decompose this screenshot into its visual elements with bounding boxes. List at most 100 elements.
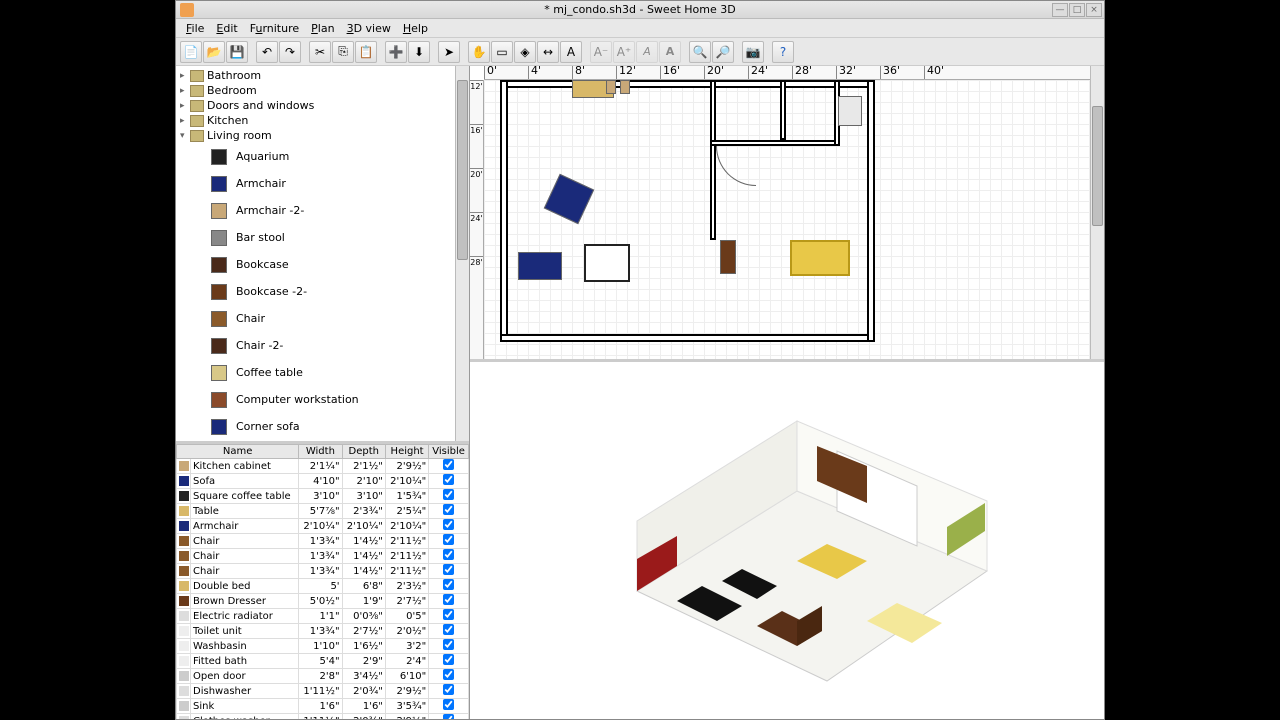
plan-scrollbar[interactable] (1090, 66, 1104, 359)
furn-armchair-2d[interactable] (544, 174, 594, 224)
wall-tool[interactable]: ▭ (491, 41, 513, 63)
catalog-scrollbar[interactable] (455, 66, 469, 441)
menu-furniture[interactable]: Furniture (244, 20, 305, 37)
furn-dresser-2d[interactable] (720, 240, 736, 274)
furn-washbasin-2d[interactable] (838, 96, 862, 126)
menu-3d-view[interactable]: 3D view (341, 20, 397, 37)
select-tool[interactable]: ➤ (438, 41, 460, 63)
zoom-out-button[interactable]: 🔎 (712, 41, 734, 63)
visible-checkbox[interactable] (443, 624, 454, 635)
table-row[interactable]: Square coffee table3'10"3'10"1'5¾" (177, 489, 469, 504)
catalog-item[interactable]: Computer workstation (178, 386, 467, 413)
table-row[interactable]: Sink1'6"1'6"3'5¾" (177, 699, 469, 714)
text-size-dec[interactable]: A⁻ (590, 41, 612, 63)
maximize-button[interactable]: □ (1069, 3, 1085, 17)
camera-button[interactable]: 📷 (742, 41, 764, 63)
tree-category[interactable]: ▸Kitchen (178, 113, 467, 128)
catalog-item[interactable]: Armchair -2- (178, 197, 467, 224)
furn-sofa-2d[interactable] (518, 252, 562, 280)
table-row[interactable]: Open door2'8"3'4½"6'10" (177, 669, 469, 684)
open-button[interactable]: 📂 (203, 41, 225, 63)
menu-file[interactable]: File (180, 20, 210, 37)
zoom-in-button[interactable]: 🔍 (689, 41, 711, 63)
catalog-item[interactable]: Chair (178, 305, 467, 332)
cut-button[interactable]: ✂ (309, 41, 331, 63)
table-row[interactable]: Dishwasher1'11½"2'0¾"2'9½" (177, 684, 469, 699)
visible-checkbox[interactable] (443, 714, 454, 719)
furn-chair-2d[interactable] (606, 80, 616, 94)
catalog-item[interactable]: Corner sofa (178, 413, 467, 440)
visible-checkbox[interactable] (443, 654, 454, 665)
col-header[interactable]: Height (385, 445, 428, 459)
furn-chair-2d[interactable] (620, 80, 630, 94)
visible-checkbox[interactable] (443, 564, 454, 575)
redo-button[interactable]: ↷ (279, 41, 301, 63)
menu-plan[interactable]: Plan (305, 20, 340, 37)
tree-category[interactable]: ▸Bathroom (178, 68, 467, 83)
visible-checkbox[interactable] (443, 609, 454, 620)
minimize-button[interactable]: — (1052, 3, 1068, 17)
catalog-item[interactable]: Coffee table (178, 359, 467, 386)
undo-button[interactable]: ↶ (256, 41, 278, 63)
help-button[interactable]: ? (772, 41, 794, 63)
table-row[interactable]: Clothes washer1'11½"2'0¾"2'9½" (177, 714, 469, 720)
table-row[interactable]: Washbasin1'10"1'6½"3'2" (177, 639, 469, 654)
visible-checkbox[interactable] (443, 474, 454, 485)
furniture-list[interactable]: NameWidthDepthHeightVisibleKitchen cabin… (176, 444, 469, 719)
table-row[interactable]: Table5'7⅞"2'3¾"2'5¼" (177, 504, 469, 519)
text-tool[interactable]: A (560, 41, 582, 63)
furniture-catalog[interactable]: ▸Bathroom▸Bedroom▸Doors and windows▸Kitc… (176, 66, 469, 444)
table-row[interactable]: Chair1'3¾"1'4½"2'11½" (177, 549, 469, 564)
col-header[interactable]: Visible (429, 445, 469, 459)
table-row[interactable]: Toilet unit1'3¾"2'7½"2'0½" (177, 624, 469, 639)
pan-tool[interactable]: ✋ (468, 41, 490, 63)
table-row[interactable]: Double bed5'6'8"2'3½" (177, 579, 469, 594)
import-button[interactable]: ⬇ (408, 41, 430, 63)
table-row[interactable]: Electric radiator1'1"0'0⅜"0'5" (177, 609, 469, 624)
save-button[interactable]: 💾 (226, 41, 248, 63)
catalog-item[interactable]: Bookcase -2- (178, 278, 467, 305)
copy-button[interactable]: ⎘ (332, 41, 354, 63)
catalog-item[interactable]: Bar stool (178, 224, 467, 251)
table-row[interactable]: Brown Dresser5'0½"1'9"2'7½" (177, 594, 469, 609)
room-tool[interactable]: ◈ (514, 41, 536, 63)
text-italic[interactable]: A (636, 41, 658, 63)
col-header[interactable]: Depth (342, 445, 385, 459)
visible-checkbox[interactable] (443, 534, 454, 545)
table-row[interactable]: Kitchen cabinet2'1¼"2'1½"2'9½" (177, 459, 469, 474)
visible-checkbox[interactable] (443, 639, 454, 650)
visible-checkbox[interactable] (443, 549, 454, 560)
add-furniture-button[interactable]: ➕ (385, 41, 407, 63)
text-size-inc[interactable]: A⁺ (613, 41, 635, 63)
col-header[interactable]: Width (299, 445, 342, 459)
visible-checkbox[interactable] (443, 594, 454, 605)
catalog-item[interactable]: Chair -2- (178, 332, 467, 359)
paste-button[interactable]: 📋 (355, 41, 377, 63)
menu-edit[interactable]: Edit (210, 20, 243, 37)
col-name[interactable]: Name (177, 445, 299, 459)
titlebar[interactable]: * mj_condo.sh3d - Sweet Home 3D — □ × (176, 1, 1104, 19)
furn-bed-2d[interactable] (790, 240, 850, 276)
table-row[interactable]: Armchair2'10¼"2'10¼"2'10¼" (177, 519, 469, 534)
tree-category[interactable]: ▸Doors and windows (178, 98, 467, 113)
tree-category[interactable]: ▾Living room (178, 128, 467, 143)
catalog-item[interactable]: Bookcase (178, 251, 467, 278)
visible-checkbox[interactable] (443, 699, 454, 710)
catalog-item[interactable]: Armchair (178, 170, 467, 197)
visible-checkbox[interactable] (443, 579, 454, 590)
view-3d[interactable] (470, 362, 1104, 719)
plan-view-2d[interactable]: 0'4'8'12'16'20'24'28'32'36'40' 12'16'20'… (470, 66, 1104, 362)
menu-help[interactable]: Help (397, 20, 434, 37)
text-bold[interactable]: A (659, 41, 681, 63)
visible-checkbox[interactable] (443, 684, 454, 695)
new-button[interactable]: 📄 (180, 41, 202, 63)
visible-checkbox[interactable] (443, 519, 454, 530)
visible-checkbox[interactable] (443, 459, 454, 470)
dimension-tool[interactable]: ↔ (537, 41, 559, 63)
close-button[interactable]: × (1086, 3, 1102, 17)
tree-category[interactable]: ▸Bedroom (178, 83, 467, 98)
table-row[interactable]: Chair1'3¾"1'4½"2'11½" (177, 534, 469, 549)
table-row[interactable]: Chair1'3¾"1'4½"2'11½" (177, 564, 469, 579)
visible-checkbox[interactable] (443, 504, 454, 515)
catalog-item[interactable]: Aquarium (178, 143, 467, 170)
